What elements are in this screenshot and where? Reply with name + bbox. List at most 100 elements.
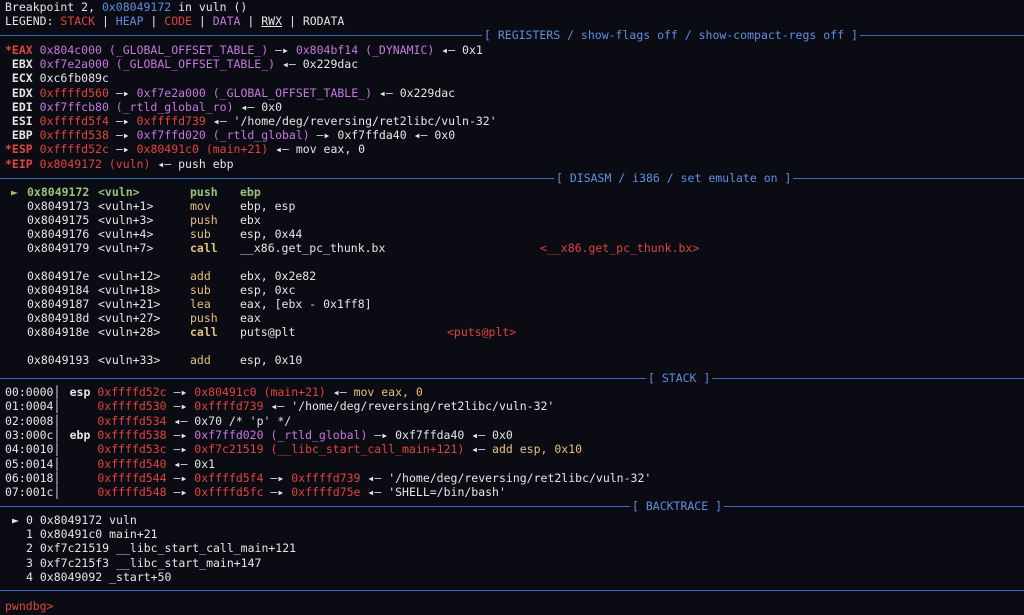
register-chain-value: '/home/deg/reversing/ret2libc/vuln-32': [233, 114, 497, 128]
pointer-arrow: —▸: [367, 427, 396, 442]
stack-separator: [0, 378, 1024, 379]
stack-address: 0xffffd544: [97, 470, 167, 485]
frame-index: 1: [26, 527, 33, 542]
disasm-row: 0x8049193 <vuln+33> add esp, 0x10: [5, 353, 1015, 367]
legend-line: LEGEND: STACK | HEAP | CODE | DATA | RWX…: [5, 14, 345, 28]
register-row: *EIP 0x8049172 (vuln) ◂— push ebp: [5, 157, 234, 171]
terminal-window[interactable]: Breakpoint 2, 0x08049172 in vuln () LEGE…: [0, 0, 1024, 615]
register-chain-value: mov eax, 0: [295, 142, 366, 157]
instruction-address: 0x8049175: [27, 213, 90, 227]
frame-symbol: vuln: [109, 513, 137, 527]
frame-symbol: main+21: [109, 527, 158, 542]
instruction-operands: esp, 0x10: [240, 353, 303, 367]
current-instruction-marker: ►: [11, 185, 18, 199]
register-chain-value: 0x0: [261, 99, 282, 114]
command-input[interactable]: [53, 599, 60, 613]
stack-chain-value: 0xffffd75e: [291, 485, 361, 500]
pwndbg-prompt: pwndbg>: [5, 599, 54, 613]
stack-chain-value: 0xf7ffd020 (_rtld_global): [194, 427, 368, 442]
instruction-symbol: <vuln+12>: [98, 269, 161, 283]
instruction-mnemonic: call: [190, 325, 218, 339]
stack-address: 0xffffd538: [97, 427, 167, 442]
disasm-row: 0x804918e <vuln+28> call puts@plt <puts@plt>: [5, 325, 1015, 339]
stack-chain-value: 0xffffd5f4: [194, 470, 264, 485]
legend-code: CODE: [164, 14, 192, 28]
pointer-arrow: —▸: [166, 470, 195, 485]
instruction-mnemonic: lea: [190, 297, 211, 311]
frame-index: 2: [26, 541, 33, 556]
pointer-arrow: —▸: [166, 385, 195, 399]
instruction-symbol: <vuln+1>: [98, 199, 154, 213]
legend-rodata: RODATA: [302, 14, 345, 28]
disasm-row: 0x8049176 <vuln+4> sub esp, 0x44: [5, 227, 1015, 241]
register-name: EDI: [5, 99, 33, 114]
frame-index: 4: [26, 569, 33, 584]
frame-address: 0x8049172: [39, 513, 103, 527]
deref-arrow: ◂—: [166, 413, 195, 428]
stack-chain-value: 0xf7ffda40: [395, 427, 465, 442]
stack-chain-value: add esp, 0x10: [492, 442, 583, 457]
disasm-row: 0x804917e <vuln+12> add ebx, 0x2e82: [5, 269, 1015, 283]
stack-offset: 07:001c: [5, 485, 54, 500]
instruction-mnemonic: sub: [190, 227, 211, 241]
deref-arrow: ◂—: [464, 427, 493, 442]
pointer-arrow: —▸: [108, 142, 137, 157]
register-row: ESI 0xffffd5f4 —▸ 0xffffd739 ◂— '/home/d…: [5, 114, 497, 128]
register-row: EBX 0xf7e2a000 (_GLOBAL_OFFSET_TABLE_) ◂…: [5, 57, 358, 71]
stack-offset: 03:000c: [5, 427, 54, 442]
registers-header: [ REGISTERS / show-flags off / show-comp…: [482, 28, 860, 42]
disasm-row: 0x8049175 <vuln+3> push ebx: [5, 213, 1015, 227]
legend-label: LEGEND:: [5, 14, 61, 28]
register-chain-value: 0xf7ffda40: [337, 128, 407, 143]
instruction-address: 0x8049184: [27, 283, 90, 297]
stack-address: 0xffffd534: [97, 413, 167, 428]
stack-header: [ STACK ]: [646, 371, 713, 385]
pointer-arrow: —▸: [166, 442, 195, 457]
stack-row: 00:0000│ esp 0xffffd52c —▸ 0x80491c0 (mai…: [5, 385, 423, 399]
register-value: 0xf7e2a000 (_GLOBAL_OFFSET_TABLE_): [39, 57, 276, 72]
stack-chain-value: 0x70 /* 'p' */: [194, 413, 292, 428]
disasm-row: 0x8049173 <vuln+1> mov ebp, esp: [5, 199, 1015, 213]
frame-address: 0xf7c215f3: [39, 555, 110, 570]
pointer-arrow: —▸: [166, 427, 195, 442]
instruction-address: 0x804917e: [27, 269, 90, 283]
register-value: 0xffffd52c: [39, 142, 109, 157]
register-value: 0xffffd560: [39, 85, 109, 100]
instruction-address: 0x804918e: [27, 325, 90, 339]
command-line[interactable]: pwndbg>: [5, 599, 60, 613]
stack-address: 0xffffd53c: [97, 442, 167, 457]
stack-offset: 05:0014: [5, 456, 54, 471]
pointer-arrow: —▸: [108, 128, 137, 143]
bottom-separator: [0, 590, 1024, 591]
register-chain-value: 0xf7ffd020 (_rtld_global): [136, 128, 310, 143]
instruction-mnemonic: sub: [190, 283, 211, 297]
register-row: *EAX 0x804c000 (_GLOBAL_OFFSET_TABLE_) —…: [5, 43, 483, 57]
disasm-row: 0x8049184 <vuln+18> sub esp, 0xc: [5, 283, 1015, 297]
instruction-operands: esp, 0x44: [240, 227, 303, 241]
frame-symbol: __libc_start_main+147: [116, 555, 262, 570]
deref-arrow: ◂—: [372, 85, 400, 100]
pointer-arrow: —▸: [108, 114, 137, 128]
register-chain-value: 0x80491c0 (main+21): [136, 142, 269, 157]
current-frame-marker: ►: [12, 513, 19, 527]
register-chain-value: push ebp: [178, 156, 234, 171]
instruction-operands: ebp: [240, 185, 261, 199]
register-row: EDI 0xf7ffcb80 (_rtld_global_ro) ◂— 0x0: [5, 100, 282, 114]
stack-row: 07:001c│ 0xffffd548 —▸ 0xffffd5fc —▸ 0xf…: [5, 485, 506, 500]
stack-row: 02:0008│ 0xffffd534 ◂— 0x70 /* 'p' */: [5, 413, 292, 428]
pointer-arrow: —▸: [166, 399, 195, 414]
disasm-header: [ DISASM / i386 / set emulate on ]: [554, 171, 794, 185]
instruction-address: 0x804918d: [27, 311, 90, 325]
stack-chain-value: 0xf7c21519 (__libc_start_call_main+121): [194, 442, 465, 457]
register-name: EBP: [5, 128, 33, 143]
register-value: 0xf7ffcb80 (_rtld_global_ro): [39, 99, 234, 114]
register-chain-value: 0xf7e2a000 (_GLOBAL_OFFSET_TABLE_): [136, 85, 372, 100]
register-name: EDX: [5, 85, 33, 100]
register-value: 0x8049172 (vuln): [39, 156, 151, 171]
instruction-operands: __x86.get_pc_thunk.bx: [240, 241, 386, 255]
instruction-mnemonic: push: [190, 311, 218, 325]
backtrace-frame: 3 0xf7c215f3 __libc_start_main+147: [12, 556, 261, 570]
instruction-address: 0x8049176: [27, 227, 90, 241]
pointer-arrow: —▸: [268, 43, 296, 57]
stack-chain-value: 0xffffd739: [291, 470, 361, 485]
